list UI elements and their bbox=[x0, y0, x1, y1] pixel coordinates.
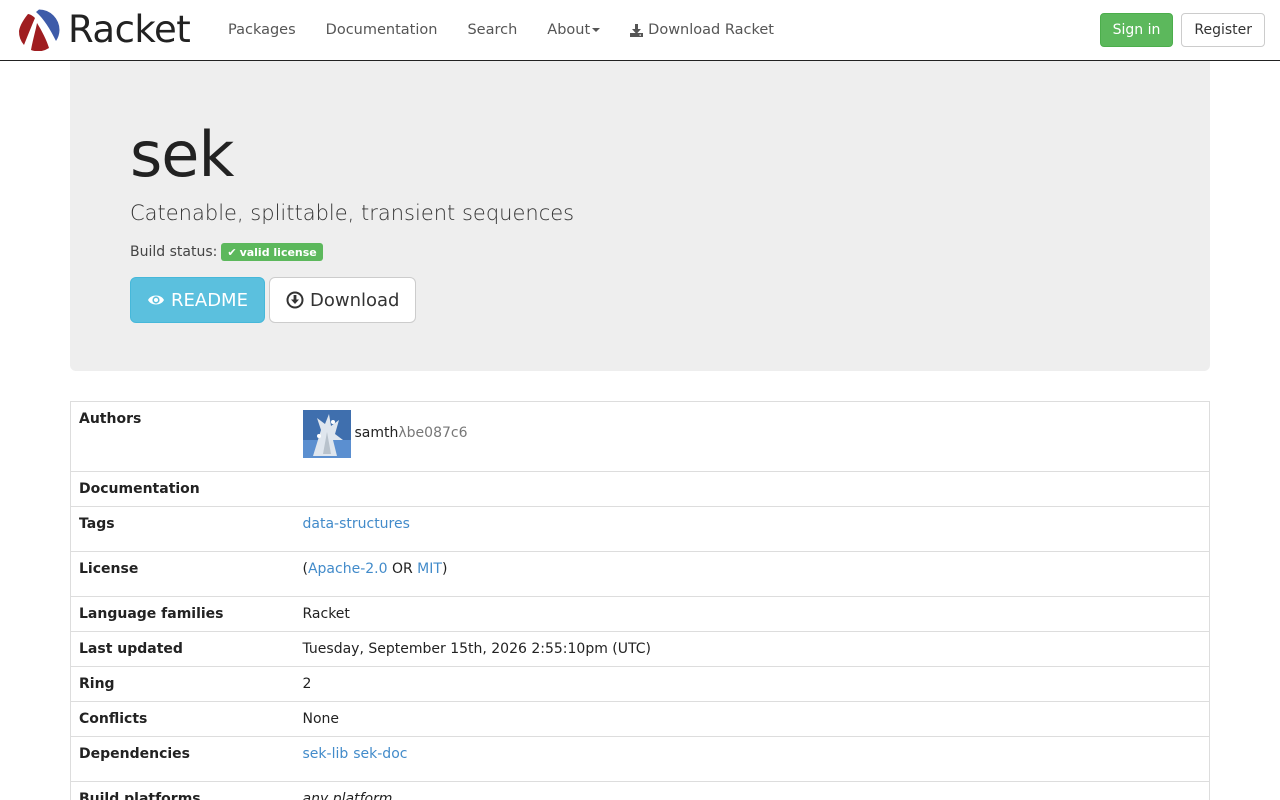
package-actions: README Download bbox=[130, 277, 417, 323]
avatar[interactable] bbox=[302, 410, 351, 458]
page-title: sek bbox=[130, 118, 234, 191]
nav-search[interactable]: Search bbox=[452, 0, 532, 60]
check-icon: ✔ bbox=[227, 245, 237, 259]
table-row: Conflicts None bbox=[70, 701, 1210, 737]
license-label: License bbox=[70, 551, 295, 597]
download-label: Download bbox=[309, 289, 400, 311]
readme-label: README bbox=[171, 289, 248, 311]
package-description: Catenable, splittable, transient sequenc… bbox=[130, 201, 575, 225]
dependencies-cell: sek-lib sek-doc bbox=[294, 736, 1210, 782]
authors-label: Authors bbox=[70, 401, 295, 472]
license-close-paren: ) bbox=[441, 561, 448, 577]
nav-documentation[interactable]: Documentation bbox=[311, 0, 453, 60]
sign-in-button[interactable]: Sign in bbox=[1099, 13, 1174, 47]
documentation-label: Documentation bbox=[70, 471, 295, 507]
status-badge-label: valid license bbox=[239, 245, 317, 259]
license-or: OR bbox=[387, 561, 418, 577]
table-row: Dependencies sek-lib sek-doc bbox=[70, 736, 1210, 782]
package-details-table: Authors samth λbe087c6 Documentation Tag… bbox=[70, 401, 1210, 800]
build-status-label: Build status: bbox=[130, 244, 218, 260]
eye-icon bbox=[148, 295, 164, 305]
nav-about-label: About bbox=[547, 22, 591, 38]
package-header: sek Catenable, splittable, transient seq… bbox=[70, 61, 1210, 371]
readme-button[interactable]: README bbox=[130, 277, 265, 323]
brand-name: Racket bbox=[68, 8, 191, 51]
documentation-cell bbox=[294, 471, 1210, 507]
table-row: Ring 2 bbox=[70, 666, 1210, 702]
dependencies-label: Dependencies bbox=[70, 736, 295, 782]
register-button[interactable]: Register bbox=[1181, 13, 1265, 47]
build-status: Build status: ✔ valid license bbox=[130, 243, 323, 261]
author-hash: λbe087c6 bbox=[398, 425, 468, 441]
download-package-button[interactable]: Download bbox=[268, 277, 417, 323]
last-updated-value: Tuesday, September 15th, 2026 2:55:10pm … bbox=[294, 631, 1210, 667]
language-families-label: Language families bbox=[70, 596, 295, 632]
ring-value: 2 bbox=[294, 666, 1210, 702]
racket-home-link[interactable]: Racket bbox=[18, 8, 191, 51]
ring-label: Ring bbox=[70, 666, 295, 702]
language-families-value: Racket bbox=[294, 596, 1210, 632]
table-row: Build platforms any platform bbox=[70, 781, 1210, 800]
authors-cell: samth λbe087c6 bbox=[294, 401, 1210, 472]
table-row: Language families Racket bbox=[70, 596, 1210, 632]
circle-download-icon bbox=[286, 291, 304, 309]
main-nav: Packages Documentation Search About Down… bbox=[213, 0, 789, 60]
top-navbar: Racket Packages Documentation Search Abo… bbox=[0, 0, 1280, 61]
racket-logo-icon bbox=[18, 9, 60, 51]
caret-down-icon bbox=[592, 28, 601, 32]
auth-buttons: Sign in Register bbox=[1099, 13, 1265, 47]
table-row: License (Apache-2.0 OR MIT) bbox=[70, 551, 1210, 597]
conflicts-label: Conflicts bbox=[70, 701, 295, 737]
table-row: Last updated Tuesday, September 15th, 20… bbox=[70, 631, 1210, 667]
conflicts-value: None bbox=[294, 701, 1210, 737]
tag-link[interactable]: data-structures bbox=[303, 516, 410, 532]
status-badge: ✔ valid license bbox=[221, 243, 323, 261]
dependency-link-sek-doc[interactable]: sek-doc bbox=[353, 746, 407, 762]
build-platforms-value: any platform bbox=[294, 781, 1210, 800]
license-apache-link[interactable]: Apache-2.0 bbox=[308, 561, 388, 577]
table-row: Tags data-structures bbox=[70, 506, 1210, 552]
nav-about-dropdown[interactable]: About bbox=[532, 0, 615, 60]
tags-cell: data-structures bbox=[294, 506, 1210, 552]
download-icon bbox=[630, 23, 644, 37]
tags-label: Tags bbox=[70, 506, 295, 552]
license-mit-link[interactable]: MIT bbox=[417, 561, 442, 577]
nav-download-label: Download Racket bbox=[648, 22, 774, 38]
table-row: Authors samth λbe087c6 bbox=[70, 401, 1210, 472]
author-name[interactable]: samth bbox=[355, 424, 399, 442]
last-updated-label: Last updated bbox=[70, 631, 295, 667]
license-cell: (Apache-2.0 OR MIT) bbox=[294, 551, 1210, 597]
dependency-link-sek-lib[interactable]: sek-lib bbox=[303, 746, 349, 762]
nav-packages[interactable]: Packages bbox=[213, 0, 311, 60]
table-row: Documentation bbox=[70, 471, 1210, 507]
nav-download-racket[interactable]: Download Racket bbox=[615, 0, 789, 60]
build-platforms-label: Build platforms bbox=[70, 781, 295, 800]
